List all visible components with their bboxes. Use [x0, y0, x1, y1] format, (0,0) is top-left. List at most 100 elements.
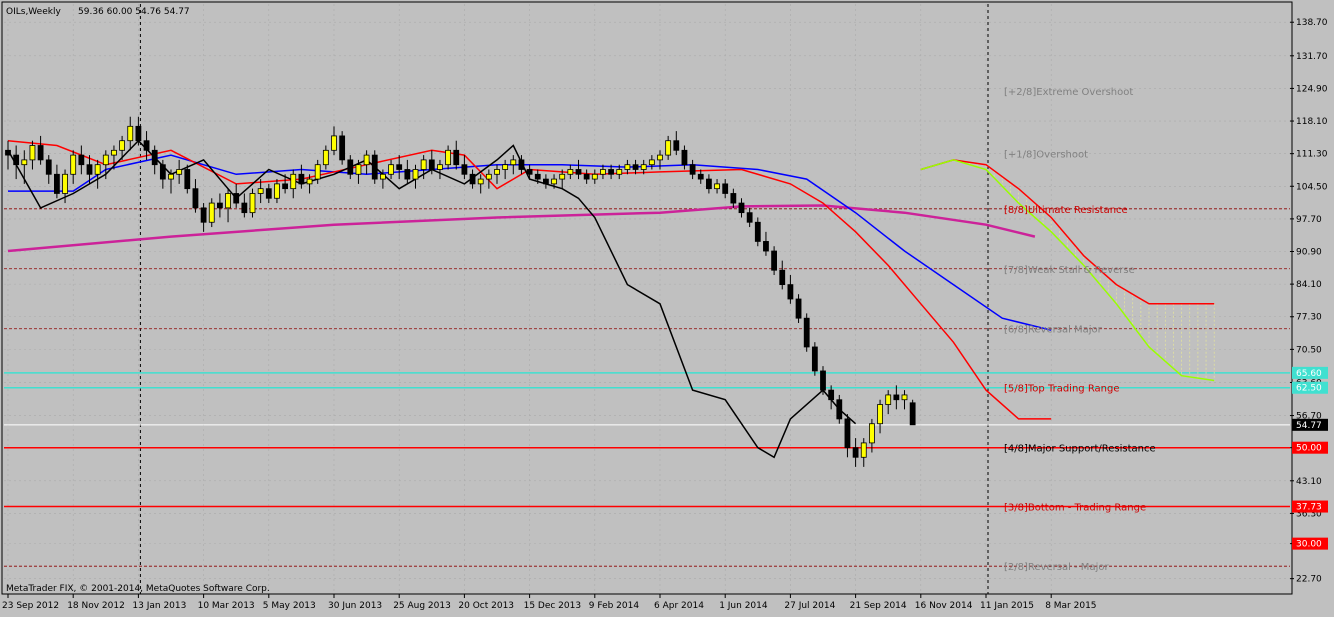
- candle-body: [37, 145, 44, 161]
- current-price-label: 54.77: [1296, 421, 1322, 431]
- candle-body: [477, 178, 484, 185]
- price-chart[interactable]: [+2/8]Extreme Overshoot [+1/8]Overshoot [8…: [0, 0, 1334, 613]
- candle-body: [437, 164, 443, 170]
- price-axis[interactable]: 138.70 131.70 124.90 118.10 111.30 104.50 97.7…: [1290, 18, 1328, 585]
- x-tick-label: 23 Sep 2012: [2, 601, 59, 611]
- candle-body: [445, 149, 452, 166]
- candle-body: [811, 346, 818, 372]
- candle-body: [787, 284, 794, 300]
- candle-body: [722, 183, 729, 194]
- chart-window[interactable]: [+2/8]Extreme Overshoot [+1/8]Overshoot [8…: [0, 0, 1334, 613]
- candle-body: [428, 159, 435, 170]
- y-tick-label: 77.30: [1296, 313, 1322, 323]
- candle-body: [135, 125, 142, 142]
- candle-body: [306, 178, 313, 185]
- candle-body: [78, 154, 85, 166]
- candle-body: [681, 149, 688, 166]
- x-tick-label: 30 Jun 2013: [328, 601, 382, 611]
- price-tag-label: 62.50: [1296, 384, 1322, 394]
- candle-body: [502, 164, 509, 170]
- candle-body: [453, 149, 460, 166]
- candle-body: [208, 202, 215, 223]
- candle-body: [697, 173, 704, 180]
- y-tick-label: 131.70: [1296, 52, 1328, 62]
- candle-body: [404, 169, 411, 180]
- x-tick-label: 8 Mar 2015: [1045, 601, 1096, 611]
- candle-body: [559, 173, 566, 180]
- candle-body: [730, 193, 737, 204]
- candle-body: [184, 169, 191, 190]
- candle-body: [795, 298, 802, 319]
- y-tick-label: 43.10: [1296, 477, 1322, 487]
- candle-body: [877, 404, 883, 425]
- murrey-label: [+1/8]Overshoot: [1004, 150, 1088, 161]
- price-tag-label: 30.00: [1296, 540, 1322, 550]
- candle-body: [510, 159, 517, 166]
- candle-body: [420, 159, 427, 170]
- price-tag-label: 65.60: [1296, 369, 1322, 379]
- candle-body: [119, 140, 125, 151]
- candle-body: [111, 149, 117, 156]
- candle-body: [168, 173, 174, 180]
- murrey-label: [4/8]Major Support/Resistance: [1004, 444, 1156, 455]
- candle-body: [233, 193, 240, 204]
- candle-body: [257, 188, 264, 194]
- ohlc-values: 59.36 60.00 54.76 54.77: [78, 7, 190, 17]
- candle-body: [583, 173, 590, 180]
- candle-body: [265, 188, 272, 199]
- candle-body: [616, 169, 623, 175]
- candle-body: [29, 145, 36, 161]
- candle-body: [102, 154, 109, 166]
- x-tick-label: 11 Jan 2015: [980, 601, 1034, 611]
- y-tick-label: 97.70: [1296, 215, 1322, 225]
- candle-body: [575, 169, 582, 175]
- candle-body: [852, 447, 859, 458]
- murrey-label: [6/8]Reversal Major: [1004, 325, 1103, 336]
- candle-body: [632, 164, 639, 170]
- copyright-text: MetaTrader FIX, © 2001-2014, MetaQuotes …: [6, 584, 270, 594]
- candle-body: [159, 164, 166, 180]
- candle-body: [21, 159, 28, 166]
- candle-body: [534, 173, 541, 180]
- candle-body: [412, 169, 419, 180]
- y-tick-label: 118.10: [1296, 117, 1328, 127]
- price-tag-label: 50.00: [1296, 444, 1322, 454]
- candle-body: [665, 140, 672, 156]
- candle-body: [290, 173, 297, 190]
- candle-body: [347, 159, 354, 175]
- candle-body: [518, 159, 525, 170]
- candle-body: [225, 193, 231, 209]
- candle-body: [763, 241, 769, 252]
- candle-body: [70, 154, 77, 175]
- candle-body: [828, 389, 835, 401]
- candle-body: [388, 164, 394, 175]
- candle-body: [779, 269, 786, 286]
- candle-body: [526, 169, 533, 175]
- candle-body: [746, 212, 753, 223]
- candle-body: [192, 188, 199, 209]
- time-axis[interactable]: 23 Sep 2012 18 Nov 2012 13 Jan 2013 10 Mar …: [2, 594, 1097, 611]
- y-tick-label: 124.90: [1296, 84, 1328, 94]
- candle-body: [543, 178, 549, 185]
- candle-body: [241, 202, 248, 214]
- candle-body: [282, 183, 289, 190]
- y-tick-label: 84.10: [1296, 280, 1322, 290]
- y-tick-label: 138.70: [1296, 18, 1328, 28]
- candle-body: [379, 173, 386, 180]
- candle-body: [860, 442, 867, 458]
- x-tick-label: 6 Apr 2014: [654, 601, 704, 611]
- symbol-label: OILs,Weekly: [6, 7, 61, 17]
- x-tick-label: 16 Nov 2014: [915, 601, 973, 611]
- candle-body: [673, 140, 680, 151]
- candle-body: [885, 394, 892, 405]
- candle-body: [45, 159, 52, 175]
- x-tick-label: 25 Aug 2013: [393, 601, 451, 611]
- murrey-label: [5/8]Top Trading Range: [1004, 384, 1120, 395]
- candle-body: [754, 221, 761, 242]
- candle-body: [771, 250, 777, 271]
- candle-body: [331, 135, 337, 151]
- y-tick-label: 90.90: [1296, 248, 1322, 258]
- candle-body: [706, 178, 712, 190]
- candle-body: [836, 399, 843, 420]
- candle-body: [469, 173, 476, 185]
